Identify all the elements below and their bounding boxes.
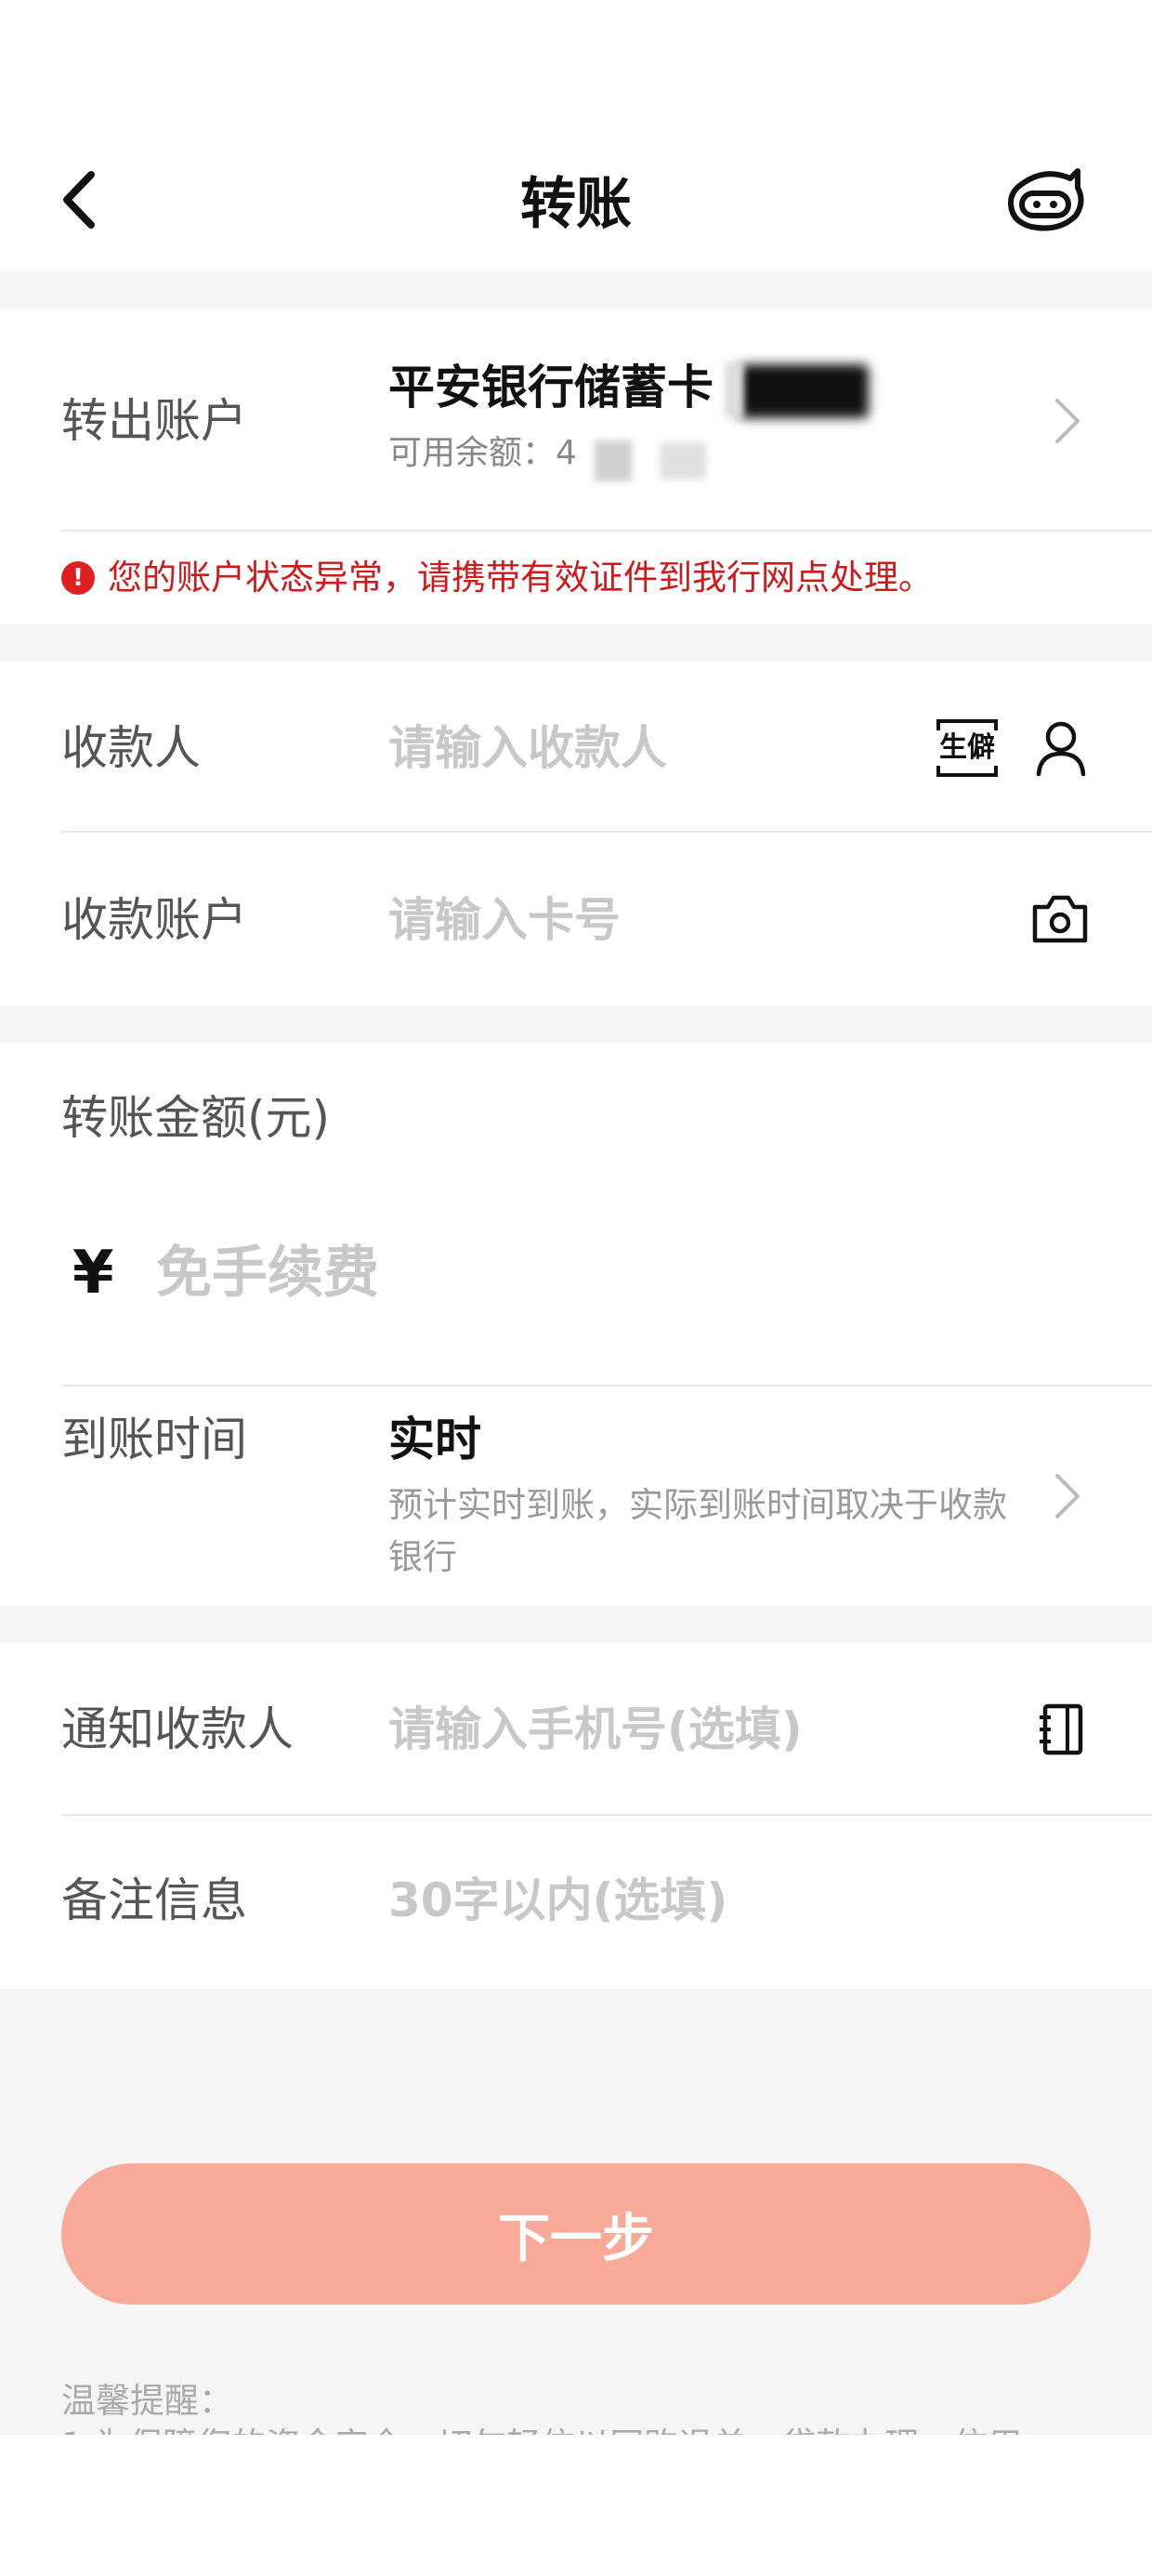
address-book-button[interactable] — [1033, 1697, 1089, 1762]
account-warning: ! 您的账户状态异常，请携带有效证件到我行网点处理。 — [61, 554, 933, 602]
divider — [61, 1814, 1152, 1816]
amount-label: 转账金额(元) — [61, 1091, 331, 1145]
notify-section — [0, 1643, 1152, 1989]
account-name[interactable]: 平安银行储蓄卡 — [388, 355, 713, 420]
section-gap — [0, 271, 1152, 309]
divider — [61, 1385, 1152, 1387]
select-contact-button[interactable] — [1031, 716, 1091, 781]
scan-card-button[interactable] — [1029, 887, 1091, 949]
notify-label: 通知收款人 — [61, 1702, 294, 1756]
tips-title: 温馨提醒： — [61, 2381, 233, 2421]
payee-input[interactable]: 请输入收款人 — [388, 716, 667, 781]
payee-label: 收款人 — [61, 721, 201, 775]
payee-account-label: 收款账户 — [61, 893, 247, 947]
section-gap — [0, 1606, 1152, 1643]
person-icon — [1036, 721, 1086, 777]
remark-input[interactable]: 30字以内(选填) — [388, 1868, 727, 1933]
divider — [61, 530, 1152, 532]
masked-balance-2 — [660, 442, 706, 480]
available-balance: 可用余额：4 — [388, 434, 577, 472]
next-step-button[interactable]: 下一步 — [61, 2163, 1091, 2305]
bottom-blank — [0, 2435, 1152, 2576]
section-gap — [0, 624, 1152, 662]
section-gap — [0, 1005, 1152, 1043]
page-title: 转账 — [520, 172, 632, 237]
chevron-right-icon[interactable] — [1048, 393, 1085, 449]
arrival-time-description: 预计实时到账，实际到账时间取决于收款银行 — [388, 1485, 1007, 1577]
transfer-out-label: 转出账户 — [61, 394, 247, 448]
card-number-input[interactable]: 请输入卡号 — [388, 887, 621, 953]
remark-label: 备注信息 — [61, 1873, 247, 1927]
tips-line: 1.为保障您的资金安全，切勿轻信以网购退单、贷款办理、信用 — [61, 2425, 1022, 2435]
divider — [61, 831, 1152, 833]
amount-input[interactable]: 免手续费 — [156, 1236, 379, 1310]
rare-character-button[interactable]: 生僻 — [935, 716, 1000, 781]
masked-bracket — [725, 362, 743, 418]
top-bar: 转账 — [0, 0, 1152, 271]
payee-section — [0, 662, 1152, 1005]
robot-assistant-icon — [1008, 168, 1084, 231]
chevron-right-icon[interactable] — [1048, 1468, 1085, 1524]
masked-account-number — [739, 364, 869, 418]
phone-input[interactable]: 请输入手机号(选填) — [388, 1697, 803, 1762]
arrival-time-value[interactable]: 实时 — [388, 1407, 481, 1472]
assistant-button[interactable] — [1003, 160, 1087, 243]
arrival-time-label: 到账时间 — [61, 1413, 247, 1466]
warning-icon: ! — [61, 561, 95, 595]
warning-text: 您的账户状态异常，请携带有效证件到我行网点处理。 — [108, 558, 933, 598]
currency-symbol: ¥ — [72, 1239, 114, 1308]
rare-character-label: 生僻 — [939, 731, 995, 764]
address-book-icon — [1040, 1703, 1083, 1755]
camera-icon — [1032, 895, 1088, 943]
masked-balance — [595, 440, 632, 481]
tips-text: 1.为保障您的资金安全，切勿轻信以网购退单、贷款办理、信用 — [61, 2422, 1102, 2435]
